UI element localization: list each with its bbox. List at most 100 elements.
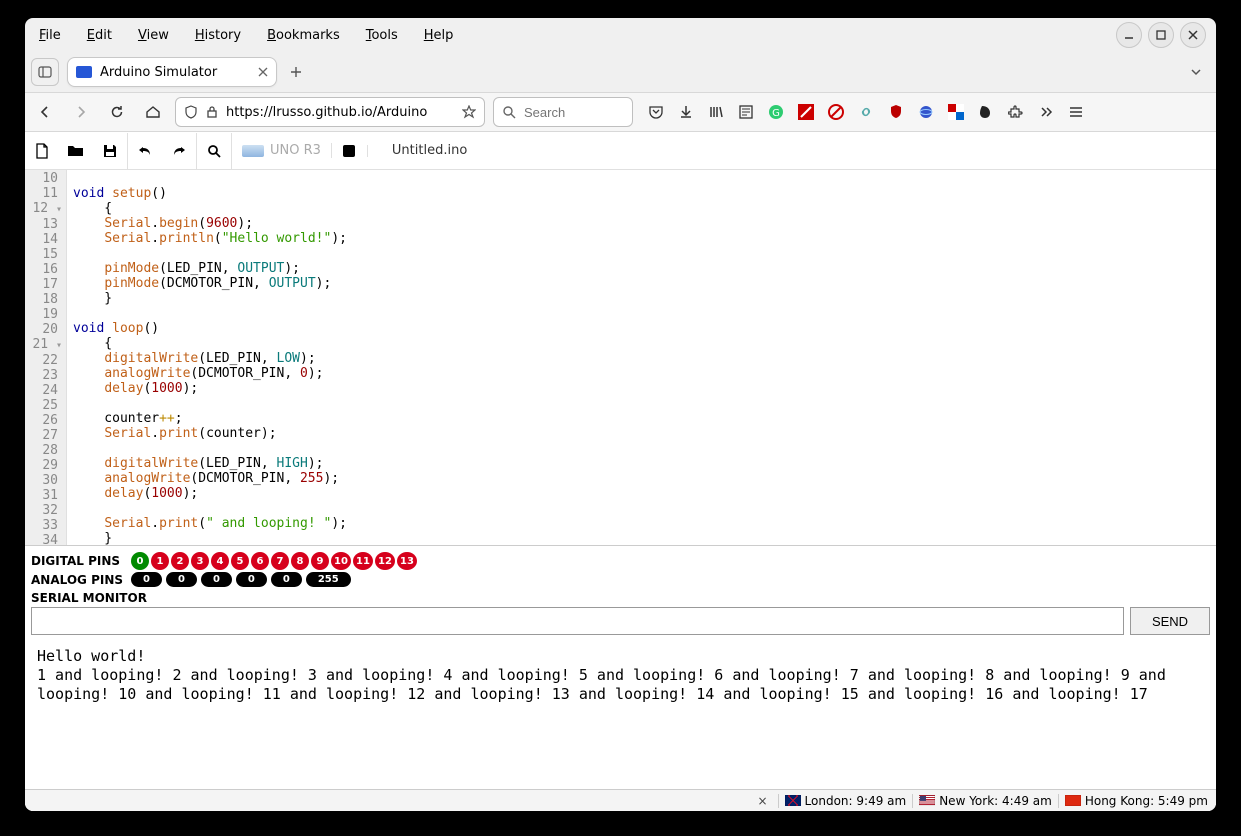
redo-button[interactable] bbox=[162, 133, 196, 169]
open-file-button[interactable] bbox=[59, 133, 93, 169]
digital-pin-7[interactable]: 7 bbox=[271, 552, 289, 570]
menubar: File Edit View History Bookmarks Tools Help bbox=[25, 18, 1216, 52]
digital-pin-0[interactable]: 0 bbox=[131, 552, 149, 570]
chip-icon bbox=[242, 145, 264, 157]
search-input[interactable] bbox=[522, 104, 624, 121]
svg-text:G: G bbox=[772, 108, 780, 119]
maximize-button[interactable] bbox=[1148, 22, 1174, 48]
ext-green-icon[interactable]: G bbox=[767, 103, 785, 121]
app-toolbar: UNO R3 Untitled.ino bbox=[25, 132, 1216, 170]
digital-pin-3[interactable]: 3 bbox=[191, 552, 209, 570]
serial-monitor-row: SEND bbox=[31, 607, 1210, 635]
analog-pin-0[interactable]: 0 bbox=[131, 572, 162, 587]
analog-pin-5[interactable]: 255 bbox=[306, 572, 351, 587]
clock-us[interactable]: New York: 4:49 am bbox=[912, 794, 1052, 808]
new-file-button[interactable] bbox=[25, 133, 59, 169]
library-icon[interactable] bbox=[707, 103, 725, 121]
io-panels: DIGITAL PINS 012345678910111213 ANALOG P… bbox=[25, 545, 1216, 735]
menu-view[interactable]: View bbox=[130, 24, 177, 47]
digital-pin-5[interactable]: 5 bbox=[231, 552, 249, 570]
tab-title: Arduino Simulator bbox=[100, 65, 217, 80]
menu-edit[interactable]: Edit bbox=[79, 24, 120, 47]
download-icon[interactable] bbox=[677, 103, 695, 121]
url-bar[interactable]: https://lrusso.github.io/Arduino bbox=[175, 97, 485, 127]
page-content: UNO R3 Untitled.ino 101112 ▾131415161718… bbox=[25, 132, 1216, 811]
analog-pin-4[interactable]: 0 bbox=[271, 572, 302, 587]
new-tab-button[interactable] bbox=[285, 61, 307, 83]
tabs-overflow-button[interactable] bbox=[1182, 65, 1210, 79]
lock-icon[interactable] bbox=[206, 105, 218, 119]
device-selector[interactable]: UNO R3 bbox=[232, 143, 332, 158]
tabbar: Arduino Simulator bbox=[25, 52, 1216, 92]
navbar: https://lrusso.github.io/Arduino G bbox=[25, 92, 1216, 132]
flag-uk-icon bbox=[785, 795, 801, 806]
line-gutter: 101112 ▾131415161718192021 ▾222324252627… bbox=[25, 170, 67, 545]
digital-pin-11[interactable]: 11 bbox=[353, 552, 373, 570]
digital-pins-label: DIGITAL PINS bbox=[31, 554, 125, 568]
clock-hk[interactable]: Hong Kong: 5:49 pm bbox=[1058, 794, 1208, 808]
stop-button[interactable] bbox=[332, 145, 368, 157]
tracking-shield-icon[interactable] bbox=[184, 105, 198, 119]
flag-hk-icon bbox=[1065, 795, 1081, 806]
analog-pins-label: ANALOG PINS bbox=[31, 573, 125, 587]
analog-pin-1[interactable]: 0 bbox=[166, 572, 197, 587]
digital-pins-row: DIGITAL PINS 012345678910111213 bbox=[31, 552, 1210, 570]
url-text: https://lrusso.github.io/Arduino bbox=[226, 105, 427, 120]
search-box[interactable] bbox=[493, 97, 633, 127]
browser-tab[interactable]: Arduino Simulator bbox=[67, 57, 277, 87]
extensions-icon[interactable] bbox=[1007, 103, 1025, 121]
menu-file[interactable]: File bbox=[31, 24, 69, 47]
status-bar: × London: 9:49 am New York: 4:49 am Hong K… bbox=[25, 789, 1216, 811]
menu-tools[interactable]: Tools bbox=[358, 24, 406, 47]
menu-history[interactable]: History bbox=[187, 24, 249, 47]
tab-close-icon[interactable] bbox=[258, 67, 268, 77]
ext-link-icon[interactable] bbox=[857, 103, 875, 121]
ext-globe-icon[interactable] bbox=[917, 103, 935, 121]
code-editor[interactable]: 101112 ▾131415161718192021 ▾222324252627… bbox=[25, 170, 1216, 545]
bookmark-star-icon[interactable] bbox=[462, 105, 476, 119]
digital-pin-13[interactable]: 13 bbox=[397, 552, 417, 570]
undo-button[interactable] bbox=[128, 133, 162, 169]
reload-button[interactable] bbox=[103, 98, 131, 126]
digital-pin-4[interactable]: 4 bbox=[211, 552, 229, 570]
back-button[interactable] bbox=[31, 98, 59, 126]
digital-pin-6[interactable]: 6 bbox=[251, 552, 269, 570]
serial-monitor-label: SERIAL MONITOR bbox=[31, 591, 1210, 605]
menu-help[interactable]: Help bbox=[416, 24, 462, 47]
window-controls bbox=[1116, 22, 1210, 48]
overflow-chevron-icon[interactable] bbox=[1037, 103, 1055, 121]
forward-button[interactable] bbox=[67, 98, 95, 126]
analog-pin-2[interactable]: 0 bbox=[201, 572, 232, 587]
hamburger-menu-icon[interactable] bbox=[1067, 103, 1085, 121]
digital-pin-12[interactable]: 12 bbox=[375, 552, 395, 570]
ext-red-square-icon[interactable] bbox=[797, 103, 815, 121]
statusbar-close-icon[interactable]: × bbox=[757, 794, 771, 808]
ext-noscript-icon[interactable] bbox=[827, 103, 845, 121]
serial-send-button[interactable]: SEND bbox=[1130, 607, 1210, 635]
minimize-button[interactable] bbox=[1116, 22, 1142, 48]
sidebar-toggle[interactable] bbox=[31, 58, 59, 86]
digital-pin-1[interactable]: 1 bbox=[151, 552, 169, 570]
analog-pin-3[interactable]: 0 bbox=[236, 572, 267, 587]
filename-label: Untitled.ino bbox=[368, 143, 467, 158]
digital-pin-10[interactable]: 10 bbox=[331, 552, 351, 570]
search-icon bbox=[502, 105, 516, 119]
clock-uk[interactable]: London: 9:49 am bbox=[778, 794, 907, 808]
menu-bookmarks[interactable]: Bookmarks bbox=[259, 24, 348, 47]
code-area[interactable]: void setup() { Serial.begin(9600); Seria… bbox=[67, 170, 353, 545]
ext-flag-icon[interactable] bbox=[947, 103, 965, 121]
reader-icon[interactable] bbox=[737, 103, 755, 121]
search-code-button[interactable] bbox=[197, 133, 231, 169]
close-button[interactable] bbox=[1180, 22, 1206, 48]
home-button[interactable] bbox=[139, 98, 167, 126]
save-file-button[interactable] bbox=[93, 133, 127, 169]
ext-gnome-icon[interactable] bbox=[977, 103, 995, 121]
serial-input[interactable] bbox=[31, 607, 1124, 635]
pocket-icon[interactable] bbox=[647, 103, 665, 121]
browser-window: File Edit View History Bookmarks Tools Help Ar… bbox=[25, 18, 1216, 811]
digital-pin-2[interactable]: 2 bbox=[171, 552, 189, 570]
ext-ublock-icon[interactable] bbox=[887, 103, 905, 121]
digital-pin-9[interactable]: 9 bbox=[311, 552, 329, 570]
digital-pin-8[interactable]: 8 bbox=[291, 552, 309, 570]
toolbar-icons: G bbox=[647, 103, 1085, 121]
